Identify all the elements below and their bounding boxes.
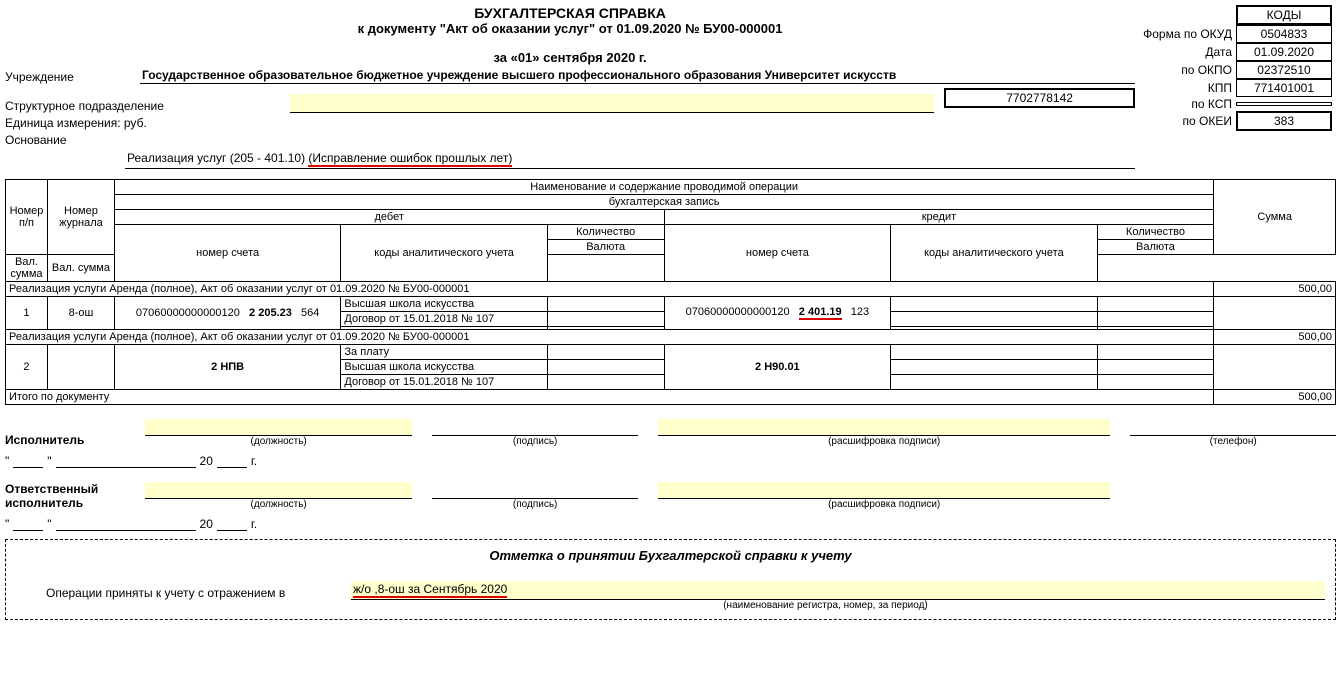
ksp-label: по КСП	[1143, 97, 1236, 111]
th-d-qty: Количество	[547, 225, 664, 240]
th-sum: Сумма	[1214, 180, 1336, 255]
th-d-csum: Вал. сумма	[6, 255, 48, 282]
r1-journal: 8-ош	[47, 297, 114, 330]
th-num: Номер п/п	[6, 180, 48, 255]
basis-value: Реализация услуг (205 - 401.10) (Исправл…	[125, 150, 1135, 169]
exec-phone[interactable]	[1130, 419, 1336, 436]
th-c-analytic: коды аналитического учета	[891, 225, 1097, 282]
r1-credit-acc: 07060000000000120 2 401.19 123	[664, 297, 891, 330]
th-c-acc: номер счета	[664, 225, 891, 282]
r1-debit-acc: 07060000000000120 2 205.23 564	[114, 297, 341, 330]
struct-unit-field[interactable]	[290, 94, 934, 113]
r2-journal	[47, 345, 114, 390]
r1-d-a2: Договор от 15.01.2018 № 107	[341, 312, 547, 327]
kpp-label: КПП	[1143, 79, 1236, 97]
okpo-label: по ОКПО	[1143, 61, 1236, 79]
kpp-value: 771401001	[1236, 79, 1332, 97]
op-desc-1: Реализация услуги Аренда (полное), Акт о…	[6, 282, 1214, 297]
main-table: Номер п/п Номер журнала Наименование и с…	[5, 179, 1336, 405]
op-desc-2: Реализация услуги Аренда (полное), Акт о…	[6, 330, 1214, 345]
r2-credit-acc: 2 Н90.01	[664, 345, 891, 390]
ksp-value	[1236, 102, 1332, 106]
th-d-acc: номер счета	[114, 225, 341, 282]
r2-d-a0: За плату	[341, 345, 547, 360]
r1-d-a1: Высшая школа искусства	[341, 297, 547, 312]
r1-sum	[1214, 297, 1336, 330]
struct-unit-label: Структурное подразделение	[5, 99, 290, 113]
doc-period: за «01» сентября 2020 г.	[5, 50, 1135, 65]
r2-d-a2: Договор от 15.01.2018 № 107	[341, 375, 547, 390]
op-sum-2: 500,00	[1214, 330, 1336, 345]
th-c-csum: Вал. сумма	[47, 255, 114, 282]
exec-position[interactable]	[145, 419, 412, 436]
executor-label: Исполнитель	[5, 433, 125, 447]
responsible-label: Ответственный исполнитель	[5, 482, 125, 510]
total-sum: 500,00	[1214, 390, 1336, 405]
exec-decipher[interactable]	[658, 419, 1110, 436]
r1-d-qty	[547, 297, 664, 312]
resp-decipher[interactable]	[658, 482, 1110, 499]
th-journal: Номер журнала	[47, 180, 114, 255]
date-value: 01.09.2020	[1236, 43, 1332, 61]
total-label: Итого по документу	[6, 390, 1214, 405]
doc-title: БУХГАЛТЕРСКАЯ СПРАВКА	[5, 5, 1135, 21]
register-info[interactable]: ж/о ,8-ош за Сентябрь 2020	[351, 581, 1325, 600]
codes-header: КОДЫ	[1236, 5, 1332, 25]
th-d-cur: Валюта	[547, 240, 664, 255]
r2-num: 2	[6, 345, 48, 390]
th-debit: дебет	[114, 210, 664, 225]
resp-sign[interactable]	[432, 482, 638, 499]
register-caption: (наименование регистра, номер, за период…	[326, 600, 1325, 611]
th-entry: бухгалтерская запись	[114, 195, 1213, 210]
th-credit: кредит	[664, 210, 1214, 225]
okei-label: по ОКЕИ	[1143, 111, 1236, 131]
okud-label: Форма по ОКУД	[1143, 25, 1236, 43]
r1-c-a1	[891, 297, 1097, 312]
doc-subtitle: к документу "Акт об оказании услуг" от 0…	[5, 21, 1135, 36]
okud-value: 0504833	[1236, 25, 1332, 43]
institution-value: Государственное образовательное бюджетно…	[140, 67, 1135, 84]
institution-label: Учреждение	[5, 70, 140, 84]
r1-num: 1	[6, 297, 48, 330]
okpo-value: 02372510	[1236, 61, 1332, 79]
acceptance-box: Отметка о принятии Бухгалтерской справки…	[5, 539, 1336, 620]
th-op-name: Наименование и содержание проводимой опе…	[114, 180, 1213, 195]
exec-sign[interactable]	[432, 419, 638, 436]
ops-accepted-label: Операции приняты к учету с отражением в	[16, 586, 351, 600]
th-c-cur: Валюта	[1097, 240, 1214, 255]
r2-d-a1: Высшая школа искусства	[341, 360, 547, 375]
r2-debit-acc: 2 НПВ	[114, 345, 341, 390]
acceptance-title: Отметка о принятии Бухгалтерской справки…	[16, 548, 1325, 563]
basis-label: Основание	[5, 133, 72, 147]
th-c-qty: Количество	[1097, 225, 1214, 240]
op-sum-1: 500,00	[1214, 282, 1336, 297]
th-d-analytic: коды аналитического учета	[341, 225, 547, 282]
resp-position[interactable]	[145, 482, 412, 499]
inn-value: 7702778142	[944, 88, 1135, 108]
okei-value: 383	[1236, 111, 1332, 131]
unit-label: Единица измерения: руб.	[5, 116, 152, 130]
date-label: Дата	[1143, 43, 1236, 61]
r1-c-qty	[1097, 297, 1214, 312]
